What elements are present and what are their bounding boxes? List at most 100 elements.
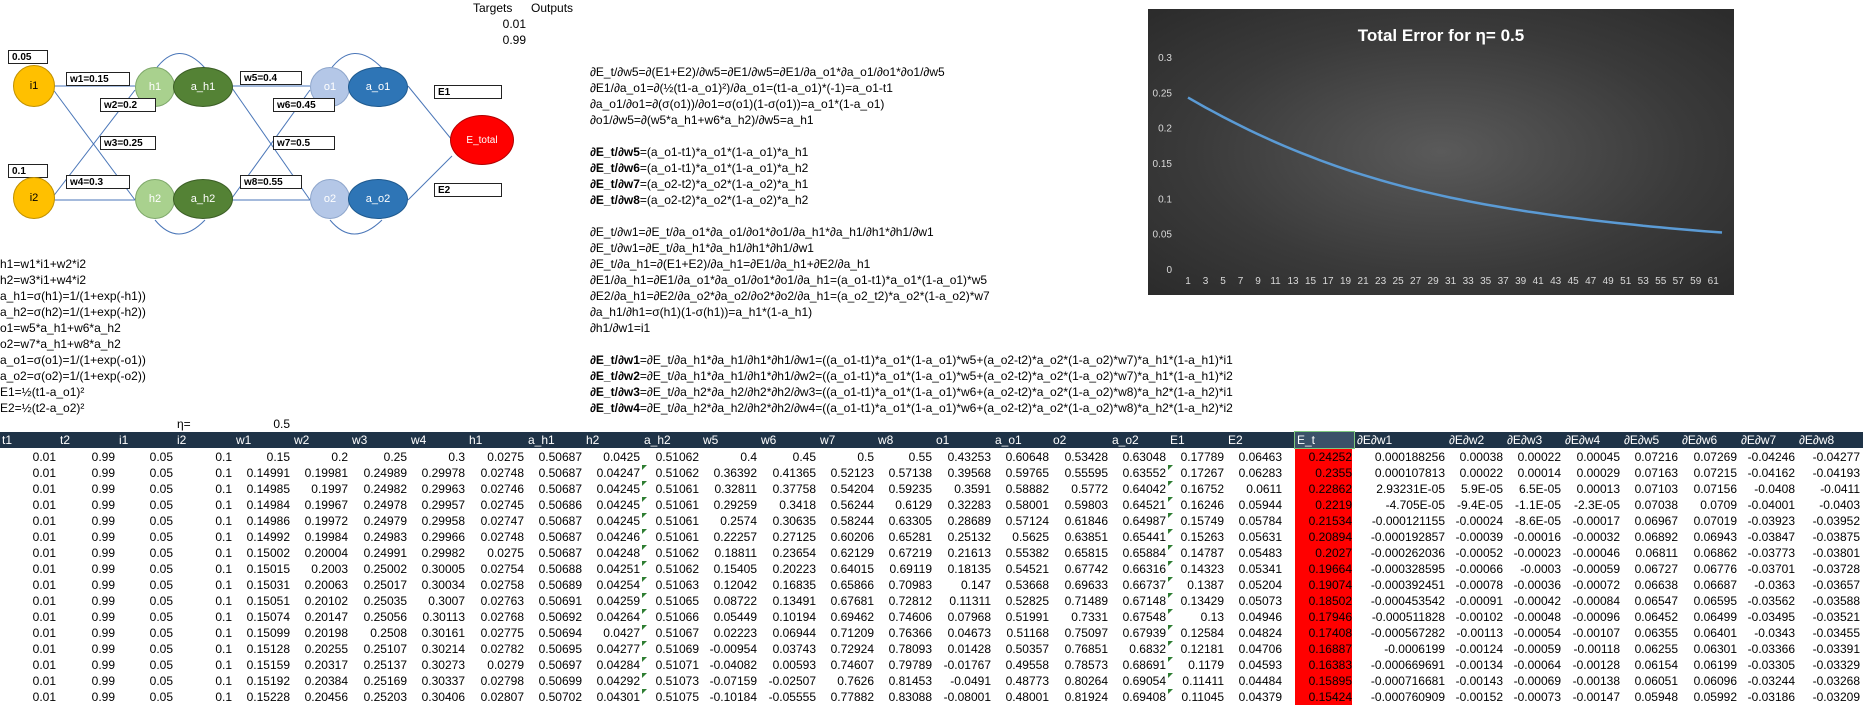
- table-cell[interactable]: 0.69408: [1110, 689, 1166, 705]
- table-cell[interactable]: 0.54204: [818, 481, 874, 497]
- table-cell[interactable]: -0.00052: [1447, 545, 1503, 561]
- table-cell[interactable]: 0.50687: [526, 545, 582, 561]
- table-cell[interactable]: -0.00059: [1563, 561, 1620, 577]
- table-cell[interactable]: 0.05992: [1680, 689, 1737, 705]
- table-cell[interactable]: -0.03329: [1797, 657, 1860, 673]
- table-cell[interactable]: 0.14323: [1168, 561, 1224, 577]
- table-cell[interactable]: 0.1: [175, 529, 232, 545]
- table-cell[interactable]: 0.28689: [934, 513, 991, 529]
- table-cell[interactable]: 0.51061: [642, 529, 699, 545]
- table-cell[interactable]: 0.01: [0, 545, 56, 561]
- table-cell[interactable]: -0.00107: [1563, 625, 1620, 641]
- table-cell[interactable]: 0.05: [117, 577, 173, 593]
- table-cell[interactable]: 0.1997: [292, 481, 348, 497]
- table-cell[interactable]: 0.0275: [467, 545, 524, 561]
- table-cell[interactable]: -0.03847: [1739, 529, 1795, 545]
- derivation-line[interactable]: ∂E_t/∂w1=∂E_t/∂a_o1*∂a_o1/∂o1*∂o1/∂a_h1*…: [590, 224, 934, 240]
- table-cell[interactable]: 0.06892: [1622, 529, 1678, 545]
- table-cell[interactable]: 0.05: [117, 641, 173, 657]
- formula-line[interactable]: o1=w5*a_h1+w6*a_h2: [0, 320, 121, 336]
- table-cell[interactable]: 0.0427: [584, 625, 640, 641]
- table-cell[interactable]: 0.62129: [818, 545, 874, 561]
- table-cell[interactable]: 0.53428: [1051, 449, 1108, 465]
- table-cell[interactable]: 0.1: [175, 673, 232, 689]
- table-cell[interactable]: 0.53668: [993, 577, 1049, 593]
- table-cell[interactable]: 0.11045: [1168, 689, 1224, 705]
- table-cell[interactable]: -0.00143: [1447, 673, 1503, 689]
- table-cell[interactable]: 0.68691: [1110, 657, 1166, 673]
- formula-line[interactable]: a_o2=σ(o2)=1/(1+exp(-o2)): [0, 368, 146, 384]
- table-cell[interactable]: 0.21613: [934, 545, 991, 561]
- table-cell[interactable]: 0.76366: [876, 625, 932, 641]
- table-cell[interactable]: 0.1: [175, 449, 232, 465]
- table-cell[interactable]: 0.07038: [1622, 497, 1678, 513]
- table-cell[interactable]: 0.79789: [876, 657, 932, 673]
- table-cell[interactable]: -0.03305: [1739, 657, 1795, 673]
- table-cell[interactable]: 0.06595: [1680, 593, 1737, 609]
- table-cell[interactable]: 0.63552: [1110, 465, 1166, 481]
- table-cell[interactable]: 0.99: [58, 561, 115, 577]
- table-cell[interactable]: 0.2355: [1295, 465, 1352, 481]
- table-cell[interactable]: 0.64987: [1110, 513, 1166, 529]
- table-cell[interactable]: 6.5E-05: [1505, 481, 1561, 497]
- table-cell[interactable]: 0.1: [175, 689, 232, 705]
- table-cell[interactable]: 0.147: [934, 577, 991, 593]
- table-cell[interactable]: 0.51991: [993, 609, 1049, 625]
- table-cell[interactable]: 0.06638: [1622, 577, 1678, 593]
- table-cell[interactable]: -0.03728: [1797, 561, 1860, 577]
- table-cell[interactable]: 0.19967: [292, 497, 348, 513]
- table-cell[interactable]: 0.01: [0, 593, 56, 609]
- table-cell[interactable]: 0.02768: [467, 609, 524, 625]
- table-cell[interactable]: 0.06811: [1622, 545, 1679, 561]
- table-cell[interactable]: 0.75097: [1051, 625, 1108, 641]
- table-cell[interactable]: 0.55595: [1051, 465, 1108, 481]
- derivation-line[interactable]: ∂a_o1/∂o1=∂(σ(o1))/∂o1=σ(o1)(1-σ(o1))=a_…: [590, 96, 884, 112]
- table-cell[interactable]: -0.000567282: [1355, 625, 1445, 641]
- error-e2-label[interactable]: E2: [434, 183, 502, 197]
- table-cell[interactable]: -0.03952: [1797, 513, 1860, 529]
- table-cell[interactable]: 0.05: [117, 593, 173, 609]
- table-cell[interactable]: -0.00054: [1505, 625, 1561, 641]
- table-cell[interactable]: 0.18811: [701, 545, 758, 561]
- table-cell[interactable]: 0.07163: [1622, 465, 1678, 481]
- table-cell[interactable]: 0.51069: [642, 641, 699, 657]
- table-cell[interactable]: -0.04001: [1739, 497, 1795, 513]
- table-cell[interactable]: 0.01: [0, 529, 56, 545]
- derivation-line[interactable]: ∂E1/∂a_o1=∂(½(t1-a_o1)²)/∂a_o1=(t1-a_o1)…: [590, 80, 893, 96]
- table-cell[interactable]: 0.19981: [292, 465, 348, 481]
- table-cell[interactable]: 0.76851: [1051, 641, 1108, 657]
- table-cell[interactable]: 0.74606: [876, 609, 932, 625]
- table-cell[interactable]: 0.55382: [993, 545, 1049, 561]
- table-cell[interactable]: -0.00113: [1447, 625, 1503, 641]
- table-cell[interactable]: 0.04379: [1226, 689, 1282, 705]
- input2-value-box[interactable]: 0.1: [8, 164, 48, 178]
- table-cell[interactable]: 0.05: [117, 657, 173, 673]
- table-cell[interactable]: 0.05483: [1226, 545, 1282, 561]
- table-cell[interactable]: -0.000716681: [1355, 673, 1445, 689]
- table-cell[interactable]: 0.01: [0, 465, 56, 481]
- table-cell[interactable]: 0.02748: [467, 529, 524, 545]
- table-cell[interactable]: 0.00029: [1563, 465, 1620, 481]
- table-cell[interactable]: -0.10184: [701, 689, 757, 705]
- table-cell[interactable]: 0.15051: [234, 593, 290, 609]
- table-cell[interactable]: 0.06463: [1226, 449, 1282, 465]
- table-cell[interactable]: -0.00064: [1505, 657, 1561, 673]
- table-cell[interactable]: 0.15192: [234, 673, 290, 689]
- table-cell[interactable]: 0.19074: [1295, 577, 1352, 593]
- weight-w3-label[interactable]: w3=0.25: [100, 136, 156, 150]
- table-cell[interactable]: 0.48773: [993, 673, 1049, 689]
- table-cell[interactable]: -0.00073: [1505, 689, 1561, 705]
- derivation-line[interactable]: ∂a_h1/∂h1=σ(h1)(1-σ(h1))=a_h1*(1-a_h1): [590, 304, 812, 320]
- table-cell[interactable]: 0.21534: [1295, 513, 1352, 529]
- table-cell[interactable]: 0.25035: [350, 593, 407, 609]
- table-cell[interactable]: -0.00059: [1505, 641, 1561, 657]
- table-cell[interactable]: -0.04082: [701, 657, 757, 673]
- table-cell[interactable]: 0.04246: [584, 529, 640, 545]
- table-cell[interactable]: 0.99: [58, 657, 115, 673]
- table-cell[interactable]: 0.5772: [1051, 481, 1108, 497]
- table-cell[interactable]: 0.1: [175, 609, 232, 625]
- table-cell[interactable]: 0.43253: [934, 449, 991, 465]
- table-cell[interactable]: -0.00118: [1563, 641, 1620, 657]
- table-cell[interactable]: -1.1E-05: [1505, 497, 1561, 513]
- table-cell[interactable]: 0.000188256: [1355, 449, 1445, 465]
